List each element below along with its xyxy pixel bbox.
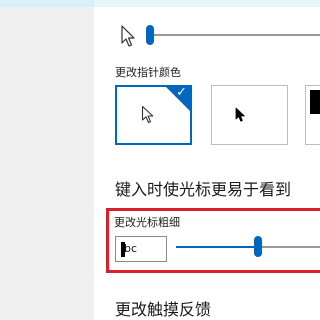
cursor-size-slider-track[interactable] bbox=[150, 34, 320, 36]
cursor-thickness-slider-thumb[interactable] bbox=[254, 236, 262, 257]
text-cursor-section-title: 键入时使光标更易于看到 bbox=[115, 180, 292, 199]
touch-feedback-section-title: 更改触摸反馈 bbox=[115, 300, 212, 319]
cursor-thickness-slider-filled[interactable] bbox=[176, 246, 258, 248]
checkmark-icon: ✓ bbox=[176, 85, 187, 100]
cursor-thickness-preview: bc bbox=[115, 236, 167, 262]
pointer-color-black-option[interactable] bbox=[211, 85, 288, 145]
navigation-pane bbox=[0, 0, 94, 320]
ease-of-access-cursor-settings: 更改指针颜色 ✓ 键入时使光标更易于看到 更改光标粗细 bc 更改触摸反馈 bbox=[0, 0, 320, 320]
pointer-color-label: 更改指针颜色 bbox=[115, 66, 181, 79]
pointer-color-custom-option[interactable] bbox=[305, 85, 320, 145]
cursor-size-slider-thumb[interactable] bbox=[146, 25, 154, 45]
cursor-thickness-slider-track[interactable] bbox=[258, 246, 320, 248]
custom-color-icon bbox=[310, 90, 320, 114]
preview-text: bc bbox=[124, 242, 138, 255]
black-pointer-icon bbox=[235, 107, 245, 122]
cursor-thickness-label: 更改光标粗细 bbox=[114, 216, 180, 229]
pointer-arrow-icon bbox=[121, 25, 135, 47]
top-edge-nav bbox=[0, 0, 94, 7]
pointer-color-white-option[interactable]: ✓ bbox=[115, 85, 192, 145]
white-pointer-icon bbox=[141, 105, 154, 124]
